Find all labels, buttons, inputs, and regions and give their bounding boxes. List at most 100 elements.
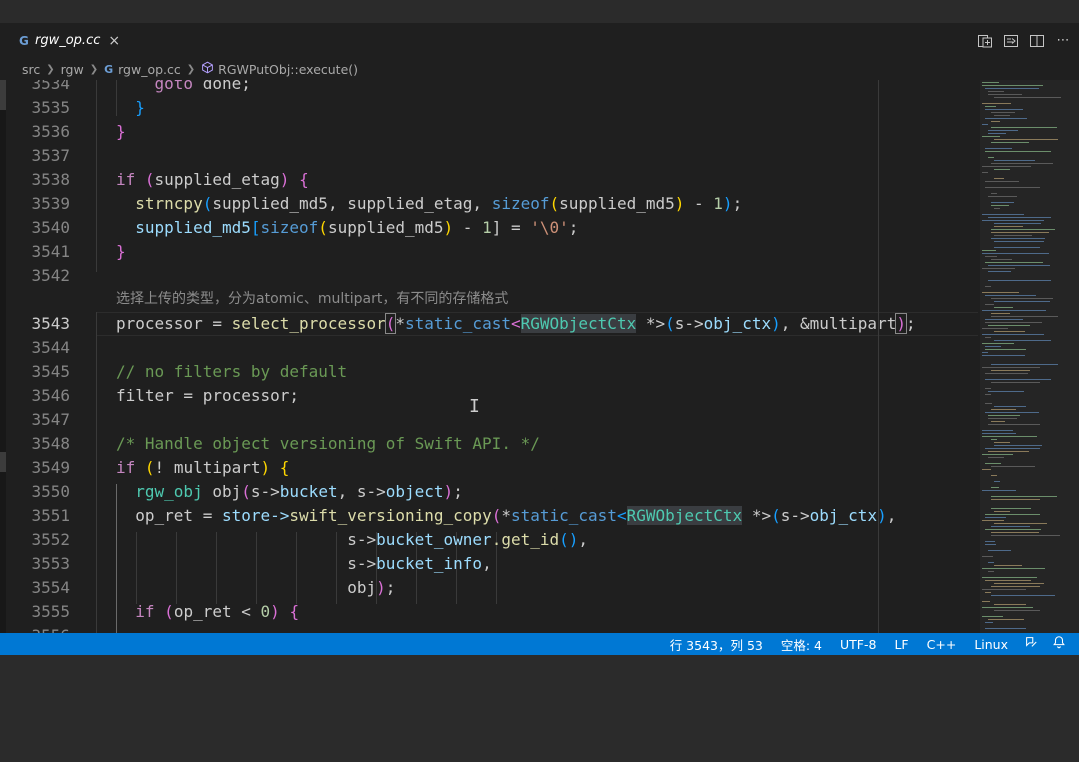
minimap-line xyxy=(991,475,997,476)
line-number: 3539 xyxy=(31,194,70,213)
line-number-gutter: 3534 3535 3536 3537 3538 3539 3540 3541 3542 3543… xyxy=(6,80,96,633)
minimap-line xyxy=(985,394,991,395)
line-number: 3534 xyxy=(31,80,70,93)
code-line-3541: } xyxy=(116,242,126,261)
minimap-line xyxy=(985,541,995,542)
minimap-line xyxy=(985,592,991,593)
minimap-line xyxy=(982,214,1024,215)
minimap-line xyxy=(985,379,1051,380)
breadcrumb-rgw[interactable]: rgw xyxy=(61,62,84,77)
minimap-line xyxy=(991,259,1012,260)
minimap-line xyxy=(991,313,1010,314)
breadcrumb: src ❯ rgw ❯ G rgw_op.cc ❯ RGWPutObj::exe… xyxy=(0,58,1079,80)
minimap-line xyxy=(994,442,1010,443)
code-line-3535: } xyxy=(135,98,145,117)
minimap-line xyxy=(985,109,1023,110)
status-encoding[interactable]: UTF-8 xyxy=(840,637,876,652)
minimap[interactable] xyxy=(980,80,1079,633)
code-line-3538: if (supplied_etag) { xyxy=(116,170,309,189)
mouse-ibeam-cursor: I xyxy=(469,396,480,417)
code-line-3545: // no filters by default xyxy=(116,362,348,381)
status-eol[interactable]: LF xyxy=(894,637,908,652)
indent-guide xyxy=(96,312,97,633)
tab-label: rgw_op.cc xyxy=(35,33,101,48)
more-actions-icon[interactable]: ⋯ xyxy=(1053,31,1073,51)
minimap-line xyxy=(982,250,996,251)
minimap-line xyxy=(982,253,1049,254)
breadcrumb-file[interactable]: rgw_op.cc xyxy=(118,62,181,77)
minimap-line xyxy=(985,514,1040,515)
minimap-line xyxy=(982,343,1014,344)
minimap-line xyxy=(985,106,996,107)
minimap-line xyxy=(985,88,1039,89)
minimap-line xyxy=(985,256,997,257)
bell-icon[interactable] xyxy=(1052,635,1066,653)
breadcrumb-src[interactable]: src xyxy=(22,62,40,77)
minimap-line xyxy=(994,406,1026,407)
tab-rgw-op-cc[interactable]: G rgw_op.cc × xyxy=(6,23,130,58)
open-changes-icon[interactable] xyxy=(1001,31,1021,51)
minimap-line xyxy=(988,451,1029,452)
line-number: 3545 xyxy=(31,362,70,381)
minimap-line xyxy=(991,193,997,194)
status-platform[interactable]: Linux xyxy=(974,637,1008,652)
minimap-line xyxy=(985,403,992,404)
minimap-line xyxy=(991,316,1058,317)
minimap-line xyxy=(985,580,1031,581)
line-number: 3554 xyxy=(31,578,70,597)
code-line-3536: } xyxy=(116,122,126,141)
minimap-line xyxy=(991,499,1040,500)
status-language[interactable]: C++ xyxy=(927,637,957,652)
minimap-line xyxy=(988,571,994,572)
minimap-line xyxy=(982,172,988,173)
minimap-line xyxy=(991,298,1053,299)
split-editor-icon[interactable] xyxy=(1027,31,1047,51)
minimap-line xyxy=(982,433,1016,434)
status-cursor-position[interactable]: 行 3543，列 53 xyxy=(670,635,763,654)
minimap-line xyxy=(985,262,1043,263)
minimap-line xyxy=(982,310,1046,311)
minimap-line xyxy=(988,325,1030,326)
chevron-right-icon: ❯ xyxy=(186,63,196,75)
minimap-line xyxy=(988,130,1018,131)
minimap-line xyxy=(982,556,993,557)
compare-changes-icon[interactable] xyxy=(975,31,995,51)
minimap-line xyxy=(994,301,1050,302)
minimap-line xyxy=(985,322,1042,323)
status-indentation[interactable]: 空格: 4 xyxy=(781,635,822,654)
minimap-line xyxy=(988,391,1024,392)
minimap-line xyxy=(991,487,999,488)
minimap-line xyxy=(991,526,1030,527)
code-editor[interactable]: 3534 3535 3536 3537 3538 3539 3540 3541 3542 3543… xyxy=(0,80,1079,633)
minimap-line xyxy=(994,226,1023,227)
empty-panel-area xyxy=(0,655,1079,762)
minimap-line xyxy=(991,586,1040,587)
minimap-line xyxy=(985,187,1040,188)
minimap-line xyxy=(988,265,1050,266)
minimap-line xyxy=(991,205,1009,206)
close-icon[interactable]: × xyxy=(108,33,120,49)
minimap-line xyxy=(982,82,999,83)
indent-guide xyxy=(96,80,97,272)
minimap-line xyxy=(982,328,1008,329)
minimap-line xyxy=(991,238,1045,239)
minimap-line xyxy=(991,202,1014,203)
minimap-line xyxy=(991,112,1015,113)
line-number: 3541 xyxy=(31,242,70,261)
code-line-3548: /* Handle object versioning of Swift API… xyxy=(116,434,540,453)
minimap-line xyxy=(985,388,991,389)
line-number: 3535 xyxy=(31,98,70,117)
minimap-line xyxy=(988,418,1017,419)
feedback-icon[interactable] xyxy=(1024,635,1038,653)
minimap-line xyxy=(991,421,1005,422)
minimap-line xyxy=(982,124,988,125)
minimap-line xyxy=(994,565,1022,566)
minimap-line xyxy=(994,235,1032,236)
minimap-line xyxy=(994,331,1025,332)
breadcrumb-symbol[interactable]: RGWPutObj::execute() xyxy=(218,62,358,77)
minimap-line xyxy=(994,160,1035,161)
code-line-3543: processor = select_processor(*static_cas… xyxy=(116,313,916,334)
minimap-line xyxy=(988,415,1020,416)
minimap-line xyxy=(988,280,1051,281)
line-number: 3542 xyxy=(31,266,70,285)
